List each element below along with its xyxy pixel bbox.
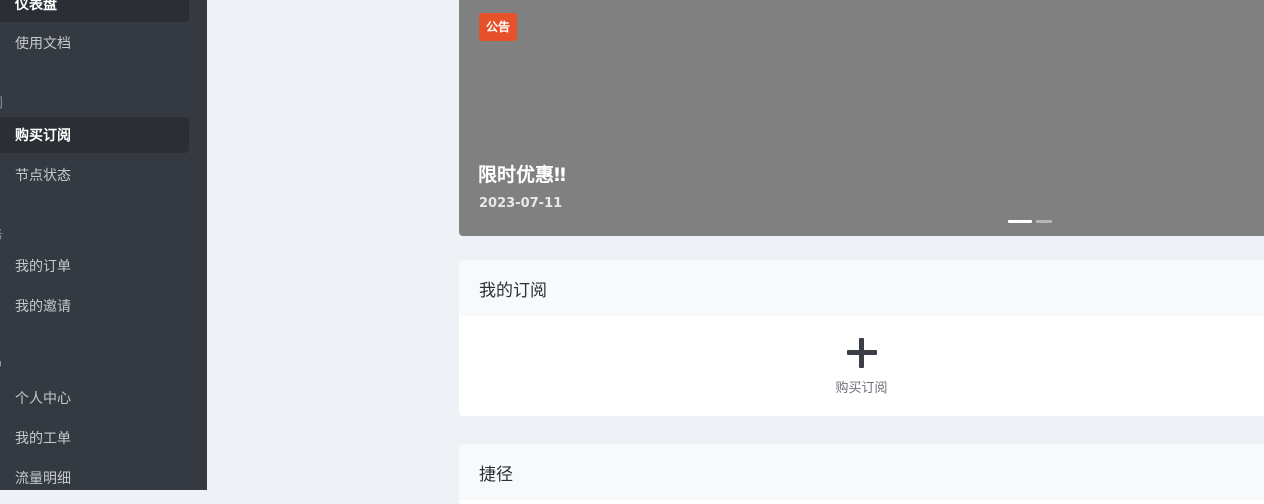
sidebar-item-label: 流量明细	[15, 471, 71, 487]
subscription-card-title: 我的订阅	[459, 260, 1264, 316]
sidebar-item-my-tickets[interactable]: ⊛ 我的工单	[0, 420, 189, 456]
subscription-card: 我的订阅 购买订阅	[459, 260, 1264, 416]
shortcut-card: 捷径	[459, 444, 1264, 504]
sidebar-item-label: 仪表盘	[15, 0, 57, 13]
announcement-date: 2023-07-11	[479, 196, 563, 211]
carousel-dot-2[interactable]	[1036, 220, 1052, 223]
sidebar-item-label: 节点状态	[15, 168, 71, 184]
announcement-title: 限时优惠‼	[478, 164, 566, 186]
section-label-finance: 务	[0, 224, 3, 243]
buy-subscription-label: 购买订阅	[835, 381, 888, 396]
announcement-badge: 公告	[479, 13, 518, 41]
sidebar-item-label: 我的邀请	[15, 299, 71, 315]
shortcut-card-title: 捷径	[459, 444, 1264, 500]
plus-icon	[846, 338, 877, 368]
sidebar-item-my-orders[interactable]: ≡ 我的订单	[0, 248, 189, 284]
section-label-subscription: 阅	[0, 92, 3, 111]
buy-subscription-button[interactable]: 购买订阅	[459, 338, 1264, 396]
carousel-indicator	[1008, 220, 1052, 223]
sidebar-item-my-invites[interactable]: ሉ 我的邀请	[0, 288, 189, 324]
sidebar-item-label: 使用文档	[15, 36, 71, 52]
sidebar: ◔ 仪表盘 ▯ 使用文档 阅 ▮ 购买订阅 ◎ 节点状态 务 ≡ 我的订单 ሉ …	[0, 0, 207, 490]
sidebar-item-label: 我的订单	[15, 259, 71, 275]
sidebar-item-docs[interactable]: ▯ 使用文档	[0, 25, 189, 61]
sidebar-item-label: 我的工单	[15, 431, 71, 447]
sidebar-item-label: 购买订阅	[15, 128, 71, 144]
sidebar-item-traffic-detail[interactable]: ▯ 流量明细	[0, 460, 189, 490]
section-label-account: 户	[0, 355, 3, 374]
sidebar-item-profile[interactable]: ᓄ 个人中心	[0, 380, 189, 416]
carousel-dot-1[interactable]	[1008, 220, 1032, 223]
sidebar-item-label: 个人中心	[15, 391, 71, 407]
sidebar-item-dashboard[interactable]: ◔ 仪表盘	[0, 0, 189, 22]
sidebar-item-node-status[interactable]: ◎ 节点状态	[0, 157, 189, 193]
sidebar-item-buy-subscription[interactable]: ▮ 购买订阅	[0, 117, 189, 153]
announcement-banner[interactable]: 公告 限时优惠‼ 2023-07-11	[459, 0, 1264, 236]
